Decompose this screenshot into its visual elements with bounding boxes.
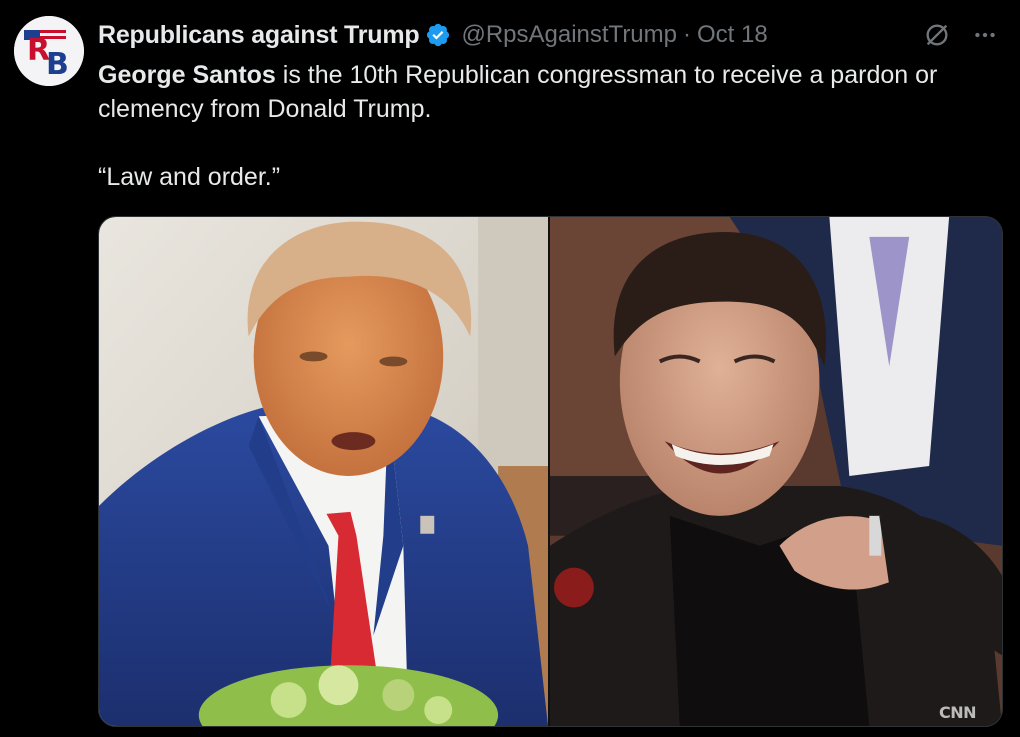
rb-logo-icon: R B: [14, 16, 84, 86]
tweet-quote: “Law and order.”: [98, 163, 281, 191]
verified-badge-icon: [425, 22, 451, 48]
svg-text:B: B: [46, 47, 69, 82]
cnn-watermark: CNN: [938, 703, 977, 722]
trump-photo[interactable]: [99, 217, 548, 726]
tweet-bold-name[interactable]: George Santos: [98, 61, 276, 89]
avatar[interactable]: R B: [14, 16, 84, 86]
grok-icon[interactable]: [922, 20, 952, 50]
tweet-text: George Santos is the 10th Republican con…: [98, 58, 998, 194]
tweet-body: George Santos is the 10th Republican con…: [98, 58, 998, 126]
tweet-header: Republicans against Trump @RpsAgainstTru…: [98, 18, 1000, 52]
display-name[interactable]: Republicans against Trump: [98, 21, 420, 50]
handle[interactable]: @RpsAgainstTrump: [461, 21, 677, 49]
tweet-date[interactable]: Oct 18: [697, 21, 768, 49]
santos-photo[interactable]: [550, 217, 1002, 726]
more-options-icon[interactable]: [970, 20, 1000, 50]
media-container[interactable]: CNN: [98, 216, 1003, 727]
separator: ·: [683, 21, 691, 48]
